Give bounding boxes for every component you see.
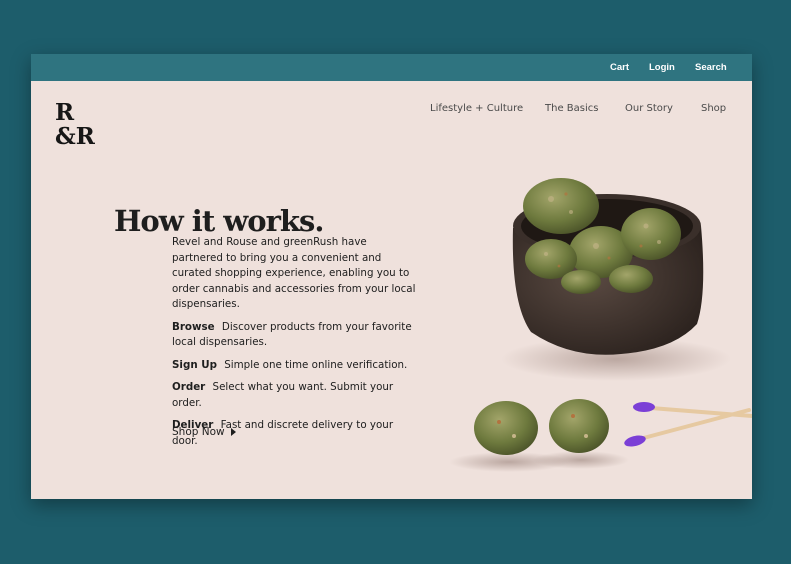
hero-product-image — [449, 178, 752, 472]
step-label: Order — [172, 381, 206, 393]
step-label: Browse — [172, 320, 215, 333]
intro-paragraph: Revel and Rouse and greenRush have partn… — [172, 236, 416, 310]
match-head-1 — [633, 402, 655, 412]
shop-now-link[interactable]: Shop Now — [172, 426, 236, 438]
nav-item-our-story[interactable]: Our Story — [625, 103, 673, 114]
how-it-works-copy: Revel and Rouse and greenRush have partn… — [172, 235, 417, 456]
step-order: Order Select what you want. Submit your … — [172, 380, 417, 411]
step-text: Simple one time online verification. — [224, 358, 408, 371]
website-frame: Cart Login Search R &R Lifestyle + Cultu… — [31, 54, 752, 499]
shop-now-label: Shop Now — [172, 426, 225, 438]
search-link[interactable]: Search — [695, 62, 727, 73]
brand-logo[interactable]: R &R — [55, 101, 107, 149]
match-head-2 — [624, 435, 646, 447]
cart-link[interactable]: Cart — [610, 62, 629, 73]
step-browse: Browse Discover products from your favor… — [172, 320, 417, 351]
nav-item-the-basics[interactable]: The Basics — [545, 103, 598, 114]
page-title: How it works. — [114, 204, 324, 239]
logo-line-1: R — [55, 99, 75, 126]
login-link[interactable]: Login — [649, 62, 675, 73]
logo-line-2: &R — [55, 123, 95, 150]
wooden-matches — [624, 402, 752, 447]
nav-item-lifestyle-culture[interactable]: Lifestyle + Culture — [430, 103, 523, 114]
step-sign-up: Sign Up Simple one time online verificat… — [172, 358, 417, 374]
loose-cannabis-bud-right — [533, 399, 629, 469]
arrow-right-icon — [230, 428, 236, 436]
utility-bar: Cart Login Search — [31, 54, 752, 81]
nav-item-shop[interactable]: Shop — [701, 103, 726, 114]
step-label: Sign Up — [172, 358, 217, 371]
step-text: Select what you want. Submit your order. — [172, 381, 394, 409]
